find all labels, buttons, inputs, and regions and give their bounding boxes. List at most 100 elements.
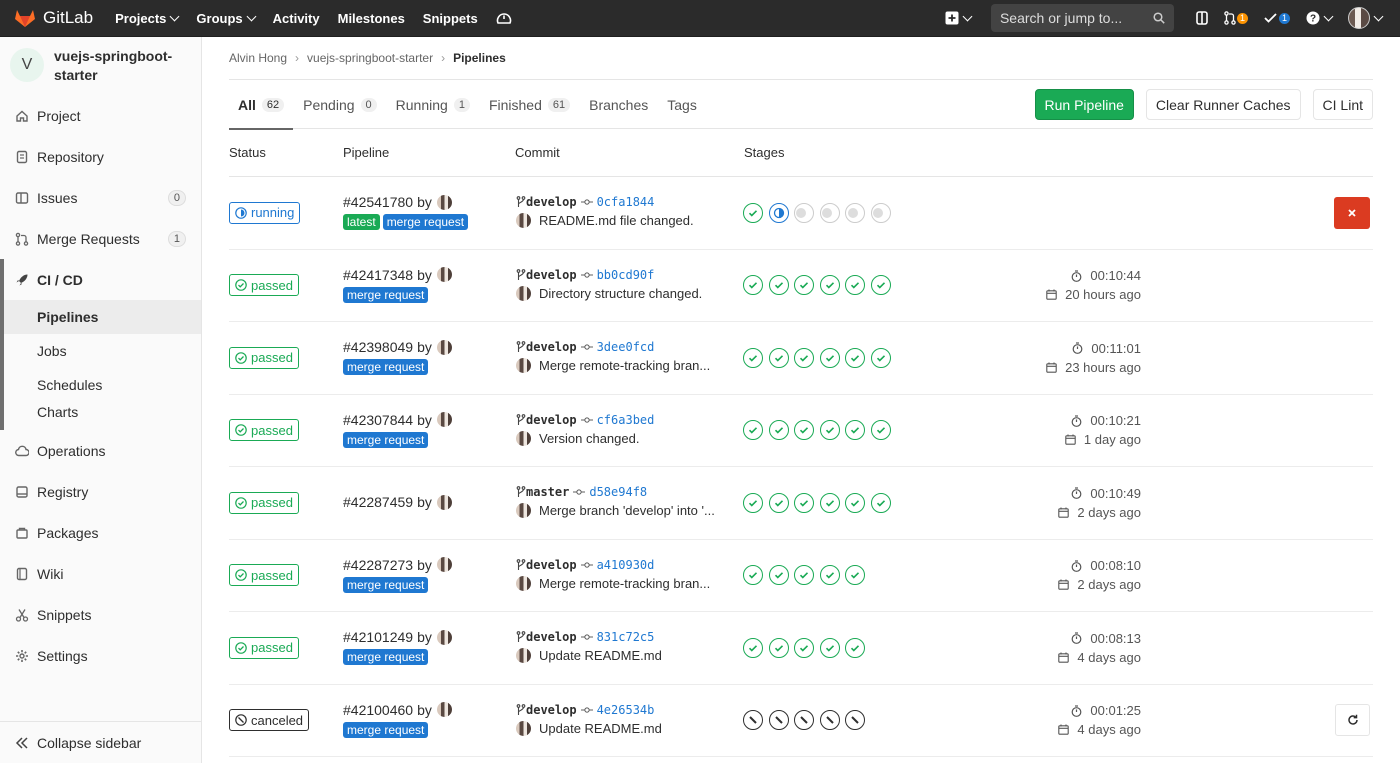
stage-passed-icon[interactable] [845,420,866,441]
stage-running-icon[interactable] [768,202,789,223]
stage-pending-icon[interactable] [870,202,891,223]
user-avatar[interactable] [436,339,452,355]
sidebar-toggle-icon[interactable] [1196,11,1208,25]
nav-projects[interactable]: Projects [115,11,180,26]
commit-sha[interactable]: 4e26534b [597,703,655,717]
branch-name[interactable]: develop [526,413,577,427]
stage-passed-icon[interactable] [819,637,840,658]
stage-passed-icon[interactable] [743,492,763,513]
branch-name[interactable]: develop [526,340,577,354]
stage-passed-icon[interactable] [819,492,840,513]
sidebar-item-settings[interactable]: Settings [0,635,201,676]
commit-sha[interactable]: a410930d [597,558,655,572]
stage-canceled-icon[interactable] [845,710,866,731]
stage-passed-icon[interactable] [819,565,840,586]
stage-passed-icon[interactable] [819,275,840,296]
stage-passed-icon[interactable] [819,420,840,441]
author-avatar[interactable] [516,285,531,301]
sidebar-item-merge-requests[interactable]: Merge Requests 1 [0,218,201,259]
stage-passed-icon[interactable] [870,492,891,513]
tab-all[interactable]: All 62 [229,81,294,130]
ci-lint-button[interactable]: CI Lint [1312,89,1373,120]
stage-passed-icon[interactable] [845,275,866,296]
stage-passed-icon[interactable] [768,637,789,658]
new-item-plus-icon[interactable] [945,11,973,25]
collapse-sidebar-button[interactable]: Collapse sidebar [0,721,201,763]
sidebar-item-registry[interactable]: Registry [0,471,201,512]
stage-canceled-icon[interactable] [768,710,789,731]
sidebar-item-issues[interactable]: Issues 0 [0,177,201,218]
stage-passed-icon[interactable] [768,347,789,368]
stage-passed-icon[interactable] [768,420,789,441]
commit-message[interactable]: Merge branch 'develop' into '... [539,503,715,518]
status-badge[interactable]: passed [229,564,299,587]
commit-message[interactable]: Merge remote-tracking bran... [539,576,710,591]
stage-canceled-icon[interactable] [819,710,840,731]
user-avatar[interactable] [436,194,452,210]
pipeline-id[interactable]: #42398049 [343,339,413,355]
user-menu[interactable] [1348,7,1384,29]
sidebar-sub-jobs[interactable]: Jobs [4,334,201,368]
breadcrumb-current[interactable]: Pipelines [453,51,506,65]
breadcrumb-user[interactable]: Alvin Hong [229,51,287,65]
sidebar-item-wiki[interactable]: Wiki [0,553,201,594]
commit-message[interactable]: README.md file changed. [539,213,694,228]
status-badge[interactable]: passed [229,491,299,514]
stage-passed-icon[interactable] [819,347,840,368]
stage-passed-icon[interactable] [743,420,763,441]
author-avatar[interactable] [516,503,531,518]
nav-activity[interactable]: Activity [273,11,320,26]
commit-message[interactable]: Update README.md [539,648,662,663]
sidebar-sub-schedules[interactable]: Schedules [4,368,201,402]
sidebar-item-operations[interactable]: Operations [0,430,201,471]
status-badge[interactable]: passed [229,636,299,659]
author-avatar[interactable] [516,213,531,228]
stage-passed-icon[interactable] [845,565,866,586]
stage-passed-icon[interactable] [845,492,866,513]
stage-passed-icon[interactable] [794,275,815,296]
commit-message[interactable]: Update README.md [539,721,662,736]
run-pipeline-button[interactable]: Run Pipeline [1034,89,1134,120]
commit-sha[interactable]: cf6a3bed [597,413,655,427]
tab-running[interactable]: Running 1 [396,81,470,129]
nav-snippets[interactable]: Snippets [423,11,478,26]
retry-pipeline-button[interactable] [1335,704,1370,737]
branch-name[interactable]: develop [526,195,577,209]
commit-message[interactable]: Merge remote-tracking bran... [539,358,710,373]
author-avatar[interactable] [516,358,531,373]
stage-passed-icon[interactable] [870,420,891,441]
tab-finished[interactable]: Finished 61 [489,81,571,129]
performance-bar-icon[interactable] [496,11,512,26]
stage-passed-icon[interactable] [743,275,763,296]
clear-runner-caches-button[interactable]: Clear Runner Caches [1145,89,1301,120]
stage-passed-icon[interactable] [794,347,815,368]
status-badge[interactable]: passed [229,419,299,442]
stage-passed-icon[interactable] [743,565,763,586]
stage-passed-icon[interactable] [794,420,815,441]
tab-branches[interactable]: Branches [589,81,648,129]
branch-name[interactable]: develop [526,630,577,644]
stage-passed-icon[interactable] [870,275,891,296]
pipeline-id[interactable]: #42101249 [343,629,413,645]
branch-name[interactable]: develop [526,558,577,572]
stage-pending-icon[interactable] [819,202,840,223]
stage-passed-icon[interactable] [870,347,891,368]
branch-name[interactable]: develop [526,703,577,717]
stage-passed-icon[interactable] [743,202,763,223]
cancel-pipeline-button[interactable] [1334,196,1370,229]
author-avatar[interactable] [516,575,531,591]
user-avatar[interactable] [436,629,452,645]
stage-canceled-icon[interactable] [743,710,763,731]
user-avatar[interactable] [436,702,452,717]
pipeline-id[interactable]: #42287273 [343,557,413,573]
status-badge[interactable]: passed [229,274,299,297]
pipeline-id[interactable]: #42287459 [343,494,413,510]
user-avatar[interactable] [436,267,452,282]
pipeline-id[interactable]: #42541780 [343,194,413,210]
nav-groups[interactable]: Groups [196,11,257,26]
stage-passed-icon[interactable] [768,275,789,296]
stage-passed-icon[interactable] [743,347,763,368]
commit-sha[interactable]: 831c72c5 [597,630,655,644]
search-input[interactable]: Search or jump to... [990,4,1174,32]
breadcrumb-project[interactable]: vuejs-springboot-starter [307,51,433,65]
